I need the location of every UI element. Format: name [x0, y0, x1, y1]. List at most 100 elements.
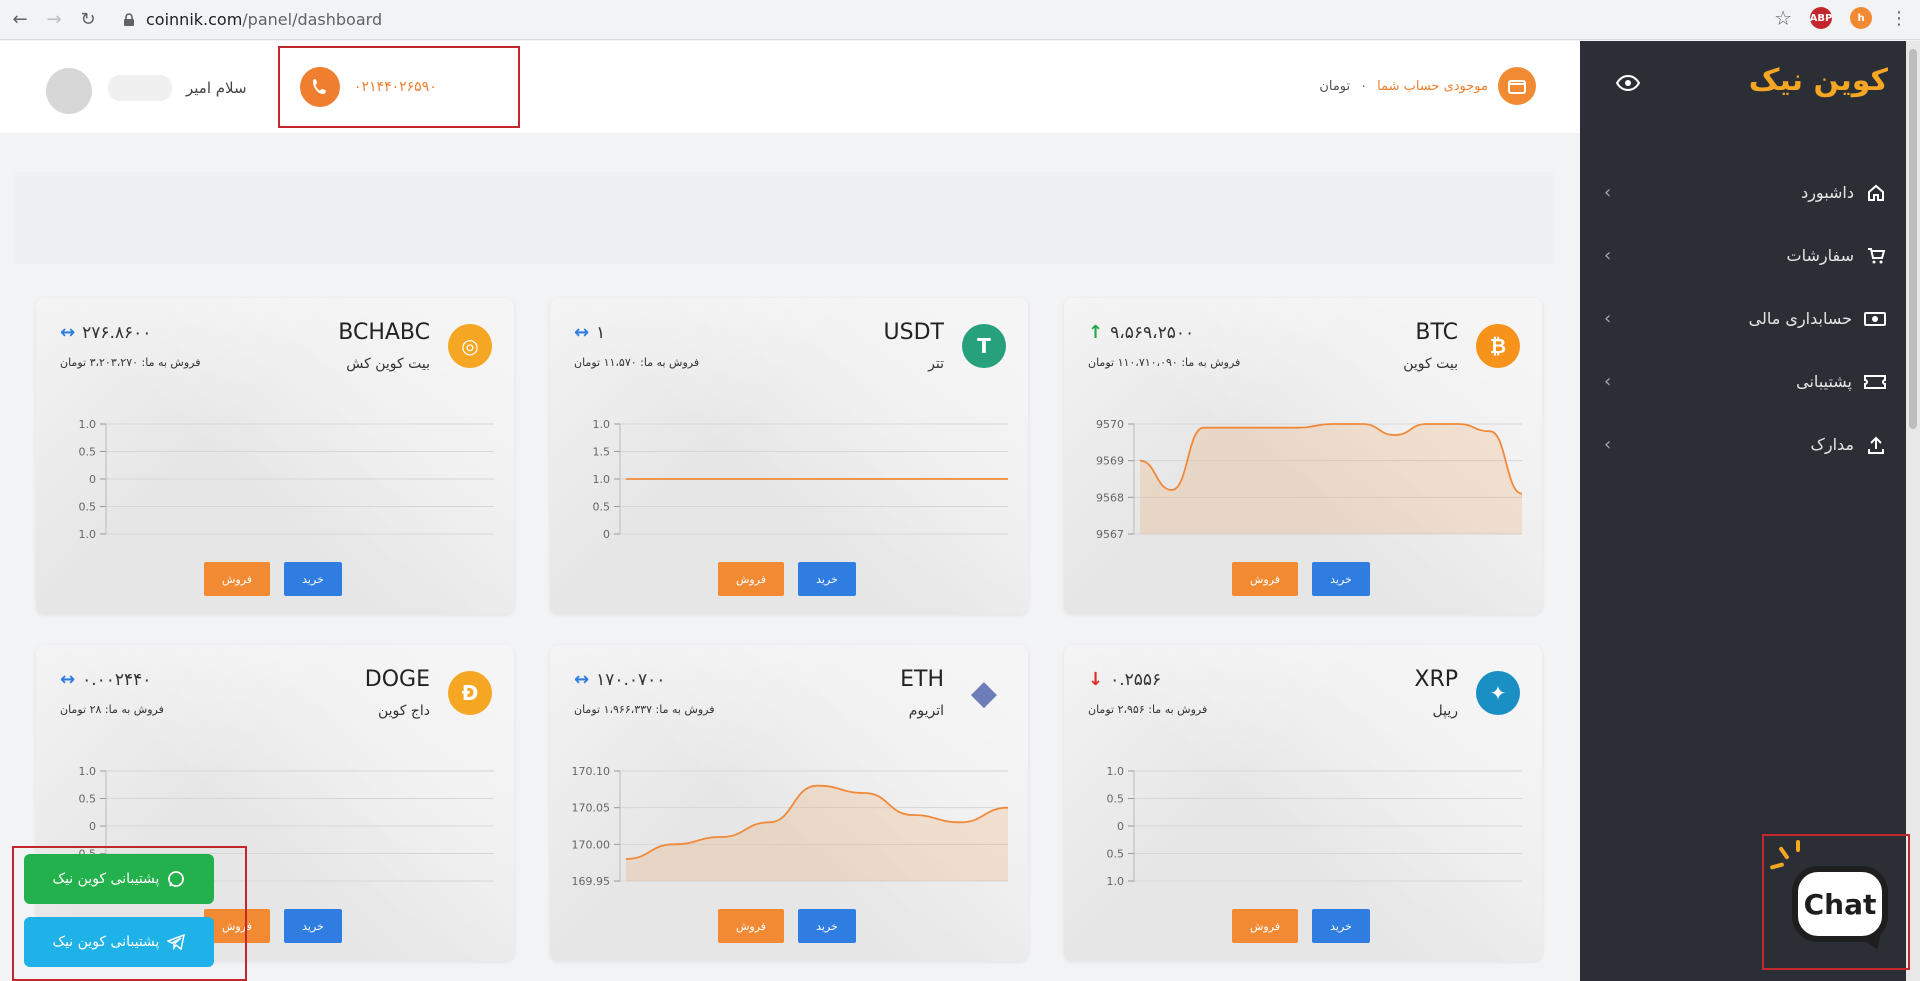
upload-icon	[1868, 436, 1884, 454]
ticket-icon	[1864, 374, 1886, 389]
buy-button[interactable]: خرید	[1312, 909, 1370, 943]
coin-name: بیت کوین	[1403, 356, 1458, 372]
sell-button[interactable]: فروش	[1232, 909, 1298, 943]
coin-price: ↔ ۱	[574, 322, 605, 343]
y-tick-label: 1.5	[593, 446, 611, 459]
sell-button[interactable]: فروش	[204, 562, 270, 596]
y-tick-label: 1.0	[79, 418, 97, 431]
buy-button[interactable]: خرید	[1312, 562, 1370, 596]
banner-placeholder	[14, 172, 1554, 264]
star-icon[interactable]: ☆	[1774, 6, 1792, 30]
phone-icon	[300, 67, 340, 107]
forward-icon[interactable]: →	[40, 6, 68, 34]
coin-symbol: DOGE	[364, 667, 430, 692]
y-tick-label: 0.5	[79, 793, 97, 806]
price-chart: 9570 9569 9568 9567	[1086, 416, 1523, 546]
coin-name: تتر	[928, 356, 944, 372]
chart-svg: 1.0 1.5 1.0 0.5 0	[593, 418, 1008, 541]
y-tick-label: 1.0	[1107, 875, 1125, 888]
adblock-extension-icon[interactable]: ABP	[1810, 7, 1832, 29]
sidebar-item-dashboard[interactable]: ‹ داشبورد	[1580, 161, 1906, 224]
buy-button[interactable]: خرید	[284, 562, 342, 596]
phone-number[interactable]: ۰۲۱۴۴۰۲۶۵۹۰	[354, 79, 437, 95]
chart-svg: 9570 9569 9568 9567	[1096, 418, 1523, 541]
home-icon	[1868, 184, 1884, 201]
y-tick-label: 0	[89, 473, 96, 486]
coin-name: اتریوم	[908, 703, 944, 719]
sell-rate: فروش به ما: ۳،۲۰۳،۲۷۰ تومان	[60, 356, 201, 369]
chevron-left-icon: ‹	[1604, 371, 1612, 392]
balance-unit: تومان	[1319, 78, 1351, 94]
sidebar-item-orders[interactable]: ‹ سفارشات	[1580, 224, 1906, 287]
whatsapp-support-label: پشتیبانی کوین نیک	[52, 871, 160, 887]
series-area	[626, 785, 1008, 881]
lock-icon	[124, 12, 134, 26]
wallet-icon	[1498, 67, 1536, 105]
price-chart: 1.0 1.5 1.0 0.5 0	[572, 416, 1008, 546]
account-balance: موجودی حساب شما ۰ تومان	[1319, 67, 1536, 105]
coin-symbol: ETH	[900, 667, 944, 692]
trend-flat-icon: ↔	[574, 322, 591, 343]
coin-name: داج کوین	[377, 703, 430, 719]
coin-price: ↑ ۹،۵۶۹،۲۵۰۰	[1088, 322, 1194, 343]
sell-button[interactable]: فروش	[1232, 562, 1298, 596]
y-tick-label: 1.0	[1107, 765, 1125, 778]
phone-highlight: ۰۲۱۴۴۰۲۶۵۹۰	[278, 46, 520, 128]
y-tick-label: 0	[1117, 820, 1124, 833]
y-tick-label: 169.95	[572, 875, 611, 888]
sidebar-item-label: مدارک	[1810, 435, 1854, 454]
price-chart: 1.0 0.5 0 0.5 1.0	[58, 416, 494, 546]
reload-icon[interactable]: ↻	[74, 6, 102, 34]
menu-dots-icon[interactable]: ⋮	[1890, 8, 1908, 29]
sell-rate: فروش به ما: ۱۱،۵۷۰ تومان	[574, 356, 700, 369]
y-tick-label: 0.5	[593, 501, 611, 514]
y-tick-label: 0	[603, 528, 610, 541]
y-tick-label: 0.5	[79, 446, 97, 459]
whatsapp-support-button[interactable]: پشتیبانی کوین نیک	[24, 854, 214, 904]
sidebar-item-documents[interactable]: ‹ مدارک	[1580, 413, 1906, 476]
browser-toolbar: ← → ↻ coinnik.com/panel/dashboard ☆ ABP …	[0, 0, 1920, 40]
coin-card-btc: ₿ BTC بیت کوین ↑ ۹،۵۶۹،۲۵۰۰ فروش به ما: ۱۱۰،۷…	[1064, 298, 1542, 614]
trend-up-icon: ↑	[1088, 322, 1105, 343]
buy-button[interactable]: خرید	[284, 909, 342, 943]
price-value: ۱	[596, 322, 606, 343]
trend-flat-icon: ↔	[60, 669, 77, 690]
profile-extension-icon[interactable]: h	[1850, 7, 1872, 29]
coin-price: ↔ ۱۷۰.۰۷۰۰	[574, 669, 665, 690]
chart-svg: 1.0 0.5 0 0.5 1.0	[1107, 765, 1522, 888]
sidebar-menu: ‹ داشبورد ‹ سفارشات ‹ حسابداری مالی ‹ پش…	[1580, 161, 1906, 476]
series-area	[1140, 424, 1522, 534]
trend-flat-icon: ↔	[60, 322, 77, 343]
sidebar-item-support[interactable]: ‹ پشتیبانی	[1580, 350, 1906, 413]
y-tick-label: 9570	[1096, 418, 1124, 431]
chart-svg: 1.0 0.5 0 0.5 1.0	[79, 418, 494, 541]
chevron-left-icon: ‹	[1604, 182, 1612, 203]
sell-button[interactable]: فروش	[718, 562, 784, 596]
sell-button[interactable]: فروش	[718, 909, 784, 943]
sell-rate: فروش به ما: ۱۱۰،۷۱۰،۰۹۰ تومان	[1088, 356, 1241, 369]
chat-ray	[1796, 840, 1800, 852]
username-blurred	[108, 75, 172, 101]
back-icon[interactable]: ←	[6, 6, 34, 34]
coin-card-usdt: T USDT تتر ↔ ۱ فروش به ما: ۱۱،۵۷۰ تومان 1.0 1.5…	[550, 298, 1028, 614]
telegram-support-button[interactable]: پشتیبانی کوین نیک	[24, 917, 214, 967]
cart-icon	[1868, 247, 1886, 263]
sidebar-item-accounting[interactable]: ‹ حسابداری مالی	[1580, 287, 1906, 350]
coin-symbol: BCHABC	[338, 320, 430, 345]
coin-price: ↔ ۰.۰۰۲۴۴۰	[60, 669, 151, 690]
chat-button[interactable]: Chat	[1792, 866, 1888, 942]
y-tick-label: 9567	[1096, 528, 1124, 541]
price-value: ۹،۵۶۹،۲۵۰۰	[1110, 322, 1195, 343]
url-path: /panel/dashboard	[242, 10, 383, 29]
logo[interactable]: کوین نیک	[1749, 63, 1888, 98]
money-icon	[1864, 311, 1886, 326]
y-tick-label: 1.0	[593, 418, 611, 431]
eye-icon[interactable]	[1616, 75, 1640, 91]
trend-flat-icon: ↔	[574, 669, 591, 690]
address-bar[interactable]: coinnik.com/panel/dashboard	[122, 6, 382, 34]
buy-button[interactable]: خرید	[798, 562, 856, 596]
ethereum-icon: ◆	[970, 673, 998, 713]
avatar[interactable]	[46, 68, 92, 114]
chart-svg: 170.10 170.05 170.00 169.95	[572, 765, 1009, 888]
buy-button[interactable]: خرید	[798, 909, 856, 943]
